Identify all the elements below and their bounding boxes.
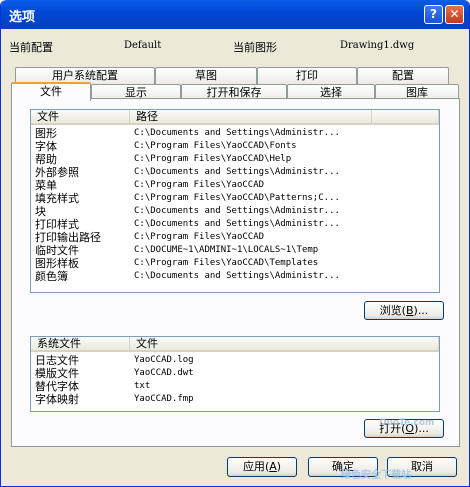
path-row-path: C:\Documents and Settings\Administr...: [134, 128, 340, 138]
path-row-file: 图形样板: [35, 257, 79, 270]
current-config-value: Default: [124, 40, 162, 51]
browse-button-suffix: ...: [417, 304, 429, 317]
browse-button[interactable]: 浏览(B)...: [364, 301, 444, 320]
watermark-site: DuoTe.com: [379, 418, 435, 428]
path-row-path: C:\Documents and Settings\Administr...: [134, 206, 340, 216]
path-row-file: 颜色簿: [35, 270, 68, 283]
column-header-blank: [372, 110, 439, 125]
path-row-file: 打印输出路径: [35, 231, 101, 244]
path-row-path: C:\DOCUME~1\ADMINI~1\LOCALS~1\Temp: [134, 245, 319, 255]
options-dialog: 选项 ? ✕ 当前配置 Default 当前图形 Drawing1.dwg 用户…: [0, 0, 470, 487]
column-header-sys-file[interactable]: 文件: [130, 337, 439, 352]
path-row[interactable]: 菜单 C:\Program Files\YaoCCAD: [31, 179, 439, 192]
tab-plot[interactable]: 打印: [257, 67, 357, 84]
path-row-file: 字体: [35, 140, 57, 153]
path-row[interactable]: 临时文件 C:\DOCUME~1\ADMINI~1\LOCALS~1\Temp: [31, 244, 439, 257]
files-tab-panel: 文件 路径 图形 C:\Documents and Settings\Admini…: [11, 98, 460, 447]
path-row[interactable]: 外部参照 C:\Documents and Settings\Administr.…: [31, 166, 439, 179]
path-row-file: 块: [35, 205, 46, 218]
window-title: 选项: [9, 10, 36, 25]
system-file-name: 日志文件: [35, 354, 79, 367]
system-file-name: 模版文件: [35, 367, 79, 380]
column-header-file[interactable]: 文件: [31, 110, 130, 125]
path-row-path: C:\Program Files\YaoCCAD: [134, 180, 265, 190]
current-drawing-value: Drawing1.dwg: [340, 40, 415, 51]
system-file-value: YaoCCAD.fmp: [134, 394, 194, 404]
path-row[interactable]: 填充样式 C:\Program Files\YaoCCAD\Patterns;C.…: [31, 192, 439, 205]
apply-button[interactable]: 应用(A): [227, 457, 297, 477]
path-row[interactable]: 块 C:\Documents and Settings\Administr...: [31, 205, 439, 218]
path-row[interactable]: 打印样式 C:\Documents and Settings\Administr.…: [31, 218, 439, 231]
apply-button-key: A: [269, 460, 277, 473]
system-file-row[interactable]: 字体映射 YaoCCAD.fmp: [31, 393, 439, 406]
column-header-path[interactable]: 路径: [130, 110, 372, 125]
system-file-name: 替代字体: [35, 380, 79, 393]
help-button[interactable]: ?: [424, 5, 443, 24]
browse-button-key: B: [405, 304, 414, 317]
close-button[interactable]: ✕: [445, 5, 464, 24]
path-row-file: 打印样式: [35, 218, 79, 231]
current-drawing-label: 当前图形: [233, 41, 277, 54]
system-file-row[interactable]: 替代字体 txt: [31, 380, 439, 393]
tab-drafting[interactable]: 草图: [155, 67, 257, 84]
search-paths-list[interactable]: 文件 路径 图形 C:\Documents and Settings\Admini…: [30, 109, 440, 293]
system-file-name: 字体映射: [35, 393, 79, 406]
tab-files[interactable]: 文件: [11, 82, 91, 101]
path-row-path: C:\Documents and Settings\Administr...: [134, 271, 340, 281]
column-header-system-file[interactable]: 系统文件: [31, 337, 130, 352]
system-files-list[interactable]: 系统文件 文件 日志文件 YaoCCAD.log 模版文件 YaoCCAD.dwt 替代…: [30, 336, 440, 412]
path-row-path: C:\Program Files\YaoCCAD: [134, 232, 265, 242]
path-row[interactable]: 字体 C:\Program Files\YaoCCAD\Fonts: [31, 140, 439, 153]
browse-button-label: 浏览: [379, 304, 402, 317]
system-file-value: txt: [134, 381, 151, 391]
apply-button-label: 应用: [242, 460, 265, 473]
path-row-file: 帮助: [35, 153, 57, 166]
system-file-value: YaoCCAD.dwt: [134, 368, 194, 378]
path-row[interactable]: 帮助 C:\Program Files\YaoCCAD\Help: [31, 153, 439, 166]
path-row[interactable]: 打印输出路径 C:\Program Files\YaoCCAD: [31, 231, 439, 244]
path-row-path: C:\Documents and Settings\Administr...: [134, 167, 340, 177]
path-row[interactable]: 颜色簿 C:\Documents and Settings\Administr..…: [31, 270, 439, 283]
path-row-file: 图形: [35, 127, 57, 140]
path-row-path: C:\Program Files\YaoCCAD\Templates: [134, 258, 319, 268]
path-row-file: 外部参照: [35, 166, 79, 179]
watermark-tagline: 绿色安全下载站: [341, 470, 411, 481]
title-bar[interactable]: 选项 ? ✕: [1, 0, 469, 29]
tab-profiles[interactable]: 配置: [357, 67, 449, 84]
system-file-row[interactable]: 模版文件 YaoCCAD.dwt: [31, 367, 439, 380]
system-file-row[interactable]: 日志文件 YaoCCAD.log: [31, 354, 439, 367]
path-row-file: 菜单: [35, 179, 57, 192]
path-row-path: C:\Program Files\YaoCCAD\Fonts: [134, 141, 297, 151]
path-row-file: 填充样式: [35, 192, 79, 205]
path-row-path: C:\Program Files\YaoCCAD\Patterns;C...: [134, 193, 340, 203]
path-row[interactable]: 图形样板 C:\Program Files\YaoCCAD\Templates: [31, 257, 439, 270]
current-config-label: 当前配置: [9, 41, 53, 54]
path-row-file: 临时文件: [35, 244, 79, 257]
path-row[interactable]: 图形 C:\Documents and Settings\Administr...: [31, 127, 439, 140]
system-file-value: YaoCCAD.log: [134, 355, 194, 365]
path-row-path: C:\Program Files\YaoCCAD\Help: [134, 154, 292, 164]
path-row-path: C:\Documents and Settings\Administr...: [134, 219, 340, 229]
